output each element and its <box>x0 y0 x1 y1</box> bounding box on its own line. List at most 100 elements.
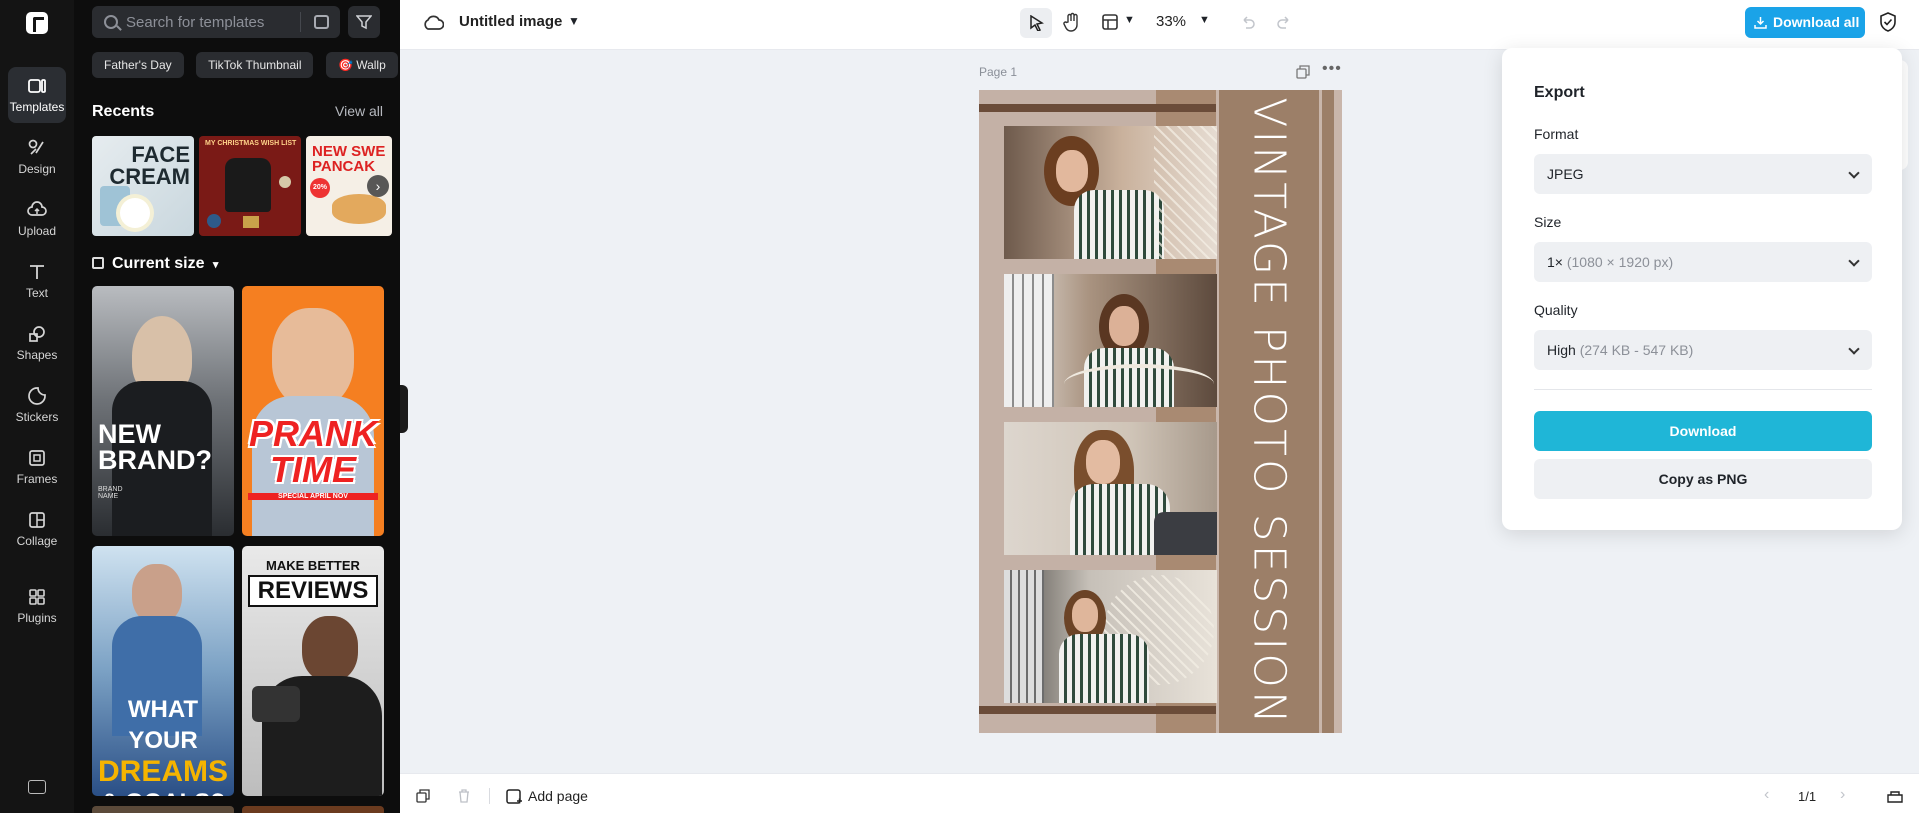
quality-select[interactable]: High (274 KB - 547 KB) <box>1534 330 1872 370</box>
shield-check-icon[interactable] <box>1879 12 1897 32</box>
next-page-icon[interactable]: › <box>1840 786 1845 804</box>
format-select[interactable]: JPEG <box>1534 154 1872 194</box>
duplicate-page-icon[interactable] <box>416 789 430 803</box>
document-title[interactable]: Untitled image <box>459 13 562 30</box>
sidebar-item-label: Stickers <box>15 410 59 424</box>
download-all-button[interactable]: Download all <box>1745 7 1865 38</box>
sidebar-item-label: Plugins <box>17 611 57 625</box>
undo-icon[interactable] <box>1240 14 1256 30</box>
page-counter: 1/1 <box>1798 789 1817 804</box>
app-logo-icon[interactable] <box>26 12 48 34</box>
recent-template-christmas-wish-list[interactable]: MY CHRISTMAS WISH LIST <box>199 136 301 236</box>
sidebar-item-label: Frames <box>16 472 58 486</box>
previous-page-icon[interactable]: ‹ <box>1764 786 1769 804</box>
chevron-down-icon <box>1848 167 1860 179</box>
size-detail: (1080 × 1920 px) <box>1566 254 1674 270</box>
panel-collapse-handle[interactable] <box>400 385 408 433</box>
page-more-options-icon[interactable]: ••• <box>1322 60 1342 78</box>
frames-icon <box>27 448 47 468</box>
chevron-down-icon <box>1848 343 1860 355</box>
image-search-icon[interactable] <box>314 15 329 29</box>
quality-value: High <box>1547 342 1576 358</box>
recent-template-text: CREAM <box>109 164 190 189</box>
collage-photo-2[interactable] <box>1004 274 1217 407</box>
collage-photo-1[interactable] <box>1004 126 1217 259</box>
template-title: MAKE BETTER <box>266 558 360 573</box>
page-manager-icon[interactable] <box>1887 789 1903 803</box>
delete-page-icon[interactable] <box>457 789 471 803</box>
template-card-make-better-reviews[interactable]: MAKE BETTER REVIEWS <box>242 546 384 796</box>
sidebar-item-templates[interactable]: Templates <box>8 67 66 123</box>
layout-icon[interactable] <box>1101 13 1119 31</box>
quality-label: Quality <box>1534 302 1578 318</box>
design-icon <box>27 138 47 158</box>
copy-as-png-button[interactable]: Copy as PNG <box>1534 459 1872 499</box>
template-search-input[interactable]: Search for templates <box>92 6 340 38</box>
quality-detail: (274 KB - 547 KB) <box>1579 342 1694 358</box>
collage-photo-3[interactable] <box>1004 422 1217 555</box>
chip-fathers-day[interactable]: Father's Day <box>92 52 184 78</box>
bottom-divider <box>489 788 490 804</box>
chevron-down-icon[interactable]: ▼ <box>1124 14 1135 26</box>
template-title: TIME <box>270 449 356 490</box>
download-all-label: Download all <box>1773 14 1860 30</box>
chevron-down-icon <box>1848 255 1860 267</box>
recents-next-arrow-icon[interactable]: › <box>367 175 389 197</box>
sidebar-item-text[interactable]: Text <box>8 253 66 309</box>
sidebar-item-shapes[interactable]: Shapes <box>8 315 66 371</box>
cloud-save-icon[interactable] <box>422 12 444 34</box>
keyboard-shortcuts-icon[interactable] <box>28 780 46 794</box>
left-rail: Templates Design Upload Text Shapes Stic… <box>0 0 74 813</box>
size-select[interactable]: 1× (1080 × 1920 px) <box>1534 242 1872 282</box>
template-title: BRAND? <box>98 445 212 475</box>
current-size-label: Current size <box>112 255 205 272</box>
template-title: WHAT YOUR <box>127 696 199 754</box>
cursor-icon <box>1030 15 1044 31</box>
template-card-dreams-goals[interactable]: WHAT YOUR DREAMS & GOALS? <box>92 546 234 796</box>
collage-icon <box>27 510 47 530</box>
design-top-bar <box>979 104 1216 112</box>
chevron-down-icon[interactable]: ▼ <box>1199 14 1210 26</box>
sidebar-item-collage[interactable]: Collage <box>8 501 66 557</box>
upload-icon <box>27 200 47 220</box>
design-canvas[interactable]: VINTAGE PHOTO SESSION <box>979 90 1342 733</box>
chevron-down-icon[interactable]: ▼ <box>568 14 580 28</box>
sidebar-item-upload[interactable]: Upload <box>8 191 66 247</box>
export-panel: Export Format JPEG Size 1× (1080 × 1920 … <box>1502 48 1902 530</box>
template-subtitle: BRAND NAME <box>98 486 123 500</box>
size-label: Size <box>1534 214 1562 230</box>
sidebar-item-label: Design <box>18 162 56 176</box>
template-title: & GOALS? <box>92 787 234 796</box>
collage-photo-4[interactable] <box>1004 570 1217 703</box>
format-label: Format <box>1534 126 1579 142</box>
design-vertical-title[interactable]: VINTAGE PHOTO SESSION <box>1244 97 1295 727</box>
view-all-link[interactable]: View all <box>335 103 383 119</box>
template-title: PRANK <box>248 413 377 454</box>
size-icon <box>92 257 104 269</box>
chip-wallpaper[interactable]: 🎯 Wallp <box>325 52 398 78</box>
sidebar-item-frames[interactable]: Frames <box>8 439 66 495</box>
recent-template-face-cream[interactable]: FACE CREAM <box>92 136 194 236</box>
plugins-icon <box>27 587 47 607</box>
duplicate-page-icon[interactable] <box>1296 65 1310 79</box>
add-page-button[interactable]: Add page <box>528 788 588 804</box>
select-tool-button[interactable] <box>1020 8 1052 38</box>
filter-button[interactable] <box>348 6 380 38</box>
current-size-dropdown[interactable]: Current size ▾ <box>92 255 218 273</box>
sidebar-item-design[interactable]: Design <box>8 129 66 185</box>
redo-icon[interactable] <box>1276 14 1292 30</box>
zoom-level[interactable]: 33% <box>1156 13 1186 30</box>
design-bottom-bar <box>979 706 1216 714</box>
template-card-prank-time[interactable]: PRANK TIME SPECIAL APRIL NOV <box>242 286 384 536</box>
download-button[interactable]: Download <box>1534 411 1872 451</box>
template-subtitle: SPECIAL APRIL NOV <box>248 493 378 500</box>
template-card-new-brand[interactable]: NEW BRAND? BRAND NAME <box>92 286 234 536</box>
chip-tiktok-thumbnail[interactable]: TikTok Thumbnail <box>196 52 314 78</box>
hand-tool-icon[interactable] <box>1063 12 1081 32</box>
sidebar-item-plugins[interactable]: Plugins <box>8 578 66 634</box>
sidebar-item-stickers[interactable]: Stickers <box>8 377 66 433</box>
filter-icon <box>356 15 372 30</box>
search-icon <box>104 15 118 29</box>
search-divider <box>300 12 301 32</box>
add-page-icon[interactable] <box>506 789 522 805</box>
